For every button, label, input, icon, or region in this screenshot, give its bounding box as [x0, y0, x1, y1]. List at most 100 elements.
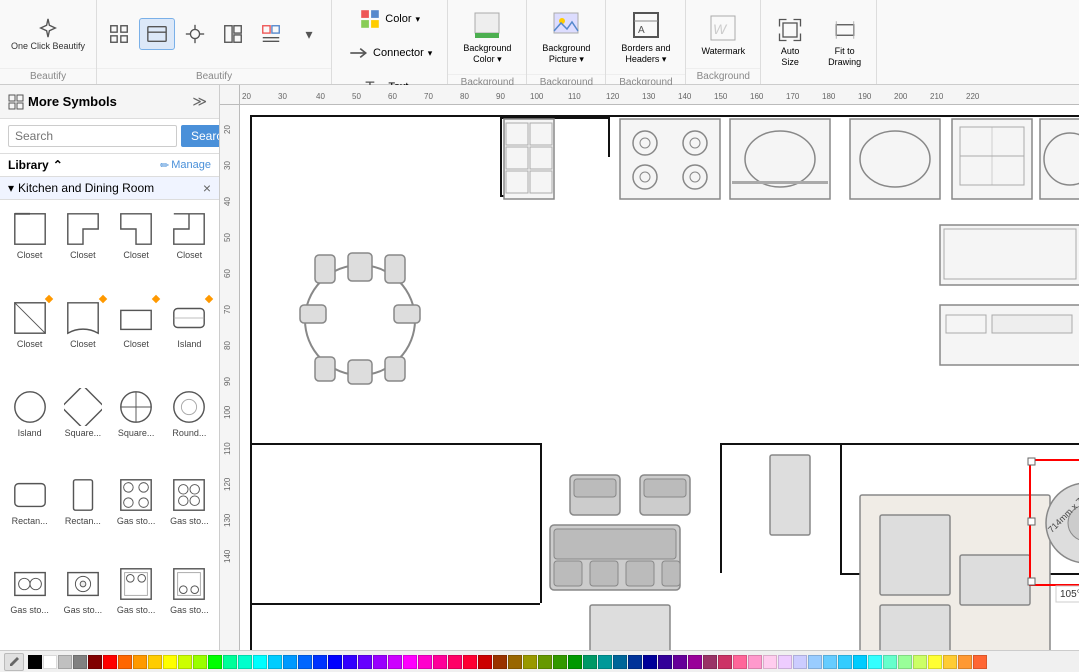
color-swatch[interactable] [388, 655, 402, 669]
color-swatch[interactable] [958, 655, 972, 669]
color-swatch[interactable] [913, 655, 927, 669]
color-tool-btn[interactable] [4, 653, 24, 671]
color-swatch[interactable] [433, 655, 447, 669]
color-swatch[interactable] [838, 655, 852, 669]
manage-link[interactable]: ✏ Manage [160, 159, 211, 172]
symbol-square-1[interactable]: Square... [57, 382, 108, 469]
color-swatch[interactable] [478, 655, 492, 669]
color-swatch[interactable] [43, 655, 57, 669]
color-swatch[interactable] [568, 655, 582, 669]
borders-btn[interactable]: A Borders andHeaders ▾ [610, 4, 681, 70]
color-swatch[interactable] [538, 655, 552, 669]
symbol-square-2[interactable]: Square... [111, 382, 162, 469]
canvas-content[interactable]: 714mm x 767mm 105° [240, 105, 1079, 650]
color-swatch[interactable] [418, 655, 432, 669]
color-swatch[interactable] [733, 655, 747, 669]
layout-btn-4[interactable] [215, 18, 251, 50]
search-input[interactable] [8, 125, 177, 147]
color-swatch[interactable] [643, 655, 657, 669]
color-swatch[interactable] [808, 655, 822, 669]
color-swatch[interactable] [58, 655, 72, 669]
watermark-btn[interactable]: W Watermark [690, 7, 756, 62]
symbol-gas-2[interactable]: Gas sto... [164, 470, 215, 557]
layout-btn-1[interactable] [101, 18, 137, 50]
color-swatch[interactable] [973, 655, 987, 669]
color-swatch[interactable] [883, 655, 897, 669]
color-swatch[interactable] [28, 655, 42, 669]
color-swatch[interactable] [448, 655, 462, 669]
color-swatch[interactable] [178, 655, 192, 669]
canvas-area[interactable]: 20 30 40 50 60 70 80 90 100 110 120 130 … [220, 85, 1079, 650]
fit-drawing-btn[interactable]: Fit toDrawing [817, 11, 872, 73]
color-swatch[interactable] [583, 655, 597, 669]
search-button[interactable]: Search [181, 125, 220, 147]
color-swatch[interactable] [208, 655, 222, 669]
color-swatch[interactable] [133, 655, 147, 669]
color-swatch[interactable] [103, 655, 117, 669]
symbol-closet-5[interactable]: Closet [4, 293, 55, 380]
color-swatch[interactable] [718, 655, 732, 669]
connector-btn[interactable]: Connector ▾ [340, 37, 439, 69]
color-swatch[interactable] [793, 655, 807, 669]
layout-btn-3[interactable] [177, 18, 213, 50]
color-swatch[interactable] [163, 655, 177, 669]
color-swatch[interactable] [298, 655, 312, 669]
symbol-closet-2[interactable]: Closet [57, 204, 108, 291]
symbol-closet-4[interactable]: Closet [164, 204, 215, 291]
color-swatch[interactable] [238, 655, 252, 669]
color-swatch[interactable] [253, 655, 267, 669]
color-swatch[interactable] [928, 655, 942, 669]
sidebar-collapse-btn[interactable]: ≫ [188, 91, 211, 112]
one-click-beautify-btn[interactable]: One Click Beautify [4, 12, 92, 56]
symbol-gas-5[interactable]: Gas sto... [111, 559, 162, 646]
color-swatch[interactable] [358, 655, 372, 669]
color-swatch[interactable] [523, 655, 537, 669]
color-swatch[interactable] [628, 655, 642, 669]
color-swatch[interactable] [598, 655, 612, 669]
symbol-gas-4[interactable]: Gas sto... [57, 559, 108, 646]
color-swatch[interactable] [823, 655, 837, 669]
color-swatch[interactable] [898, 655, 912, 669]
symbol-gas-6[interactable]: Gas sto... [164, 559, 215, 646]
color-swatch[interactable] [778, 655, 792, 669]
color-swatch[interactable] [193, 655, 207, 669]
layout-btn-5[interactable] [253, 18, 289, 50]
color-swatch[interactable] [223, 655, 237, 669]
symbol-closet-3[interactable]: Closet [111, 204, 162, 291]
color-swatch[interactable] [343, 655, 357, 669]
symbol-island[interactable]: Island [164, 293, 215, 380]
color-swatch[interactable] [508, 655, 522, 669]
color-swatch[interactable] [748, 655, 762, 669]
layout-btn-2[interactable] [139, 18, 175, 50]
color-swatch[interactable] [703, 655, 717, 669]
color-swatch[interactable] [403, 655, 417, 669]
color-swatch[interactable] [943, 655, 957, 669]
color-swatch[interactable] [73, 655, 87, 669]
color-swatch[interactable] [763, 655, 777, 669]
color-swatch[interactable] [868, 655, 882, 669]
symbol-closet-6[interactable]: Closet [57, 293, 108, 380]
bg-color-btn[interactable]: BackgroundColor ▾ [452, 4, 522, 70]
symbol-island-2[interactable]: Island [4, 382, 55, 469]
color-swatch[interactable] [688, 655, 702, 669]
bg-picture-btn[interactable]: BackgroundPicture ▾ [531, 4, 601, 70]
color-swatch[interactable] [283, 655, 297, 669]
auto-size-btn[interactable]: AutoSize [765, 11, 815, 73]
color-swatch[interactable] [553, 655, 567, 669]
symbol-closet-7[interactable]: Closet [111, 293, 162, 380]
symbol-gas-1[interactable]: Gas sto... [111, 470, 162, 557]
color-swatch[interactable] [613, 655, 627, 669]
color-swatch[interactable] [463, 655, 477, 669]
color-btn[interactable]: Color ▾ [350, 3, 430, 35]
color-swatch[interactable] [148, 655, 162, 669]
color-swatch[interactable] [658, 655, 672, 669]
symbol-round[interactable]: Round... [164, 382, 215, 469]
symbol-rectan-2[interactable]: Rectan... [57, 470, 108, 557]
color-swatch[interactable] [853, 655, 867, 669]
layout-more-btn[interactable]: ▾ [291, 21, 327, 48]
symbol-closet-1[interactable]: Closet [4, 204, 55, 291]
color-swatch[interactable] [328, 655, 342, 669]
category-close-btn[interactable]: × [203, 181, 211, 195]
symbol-rectan-1[interactable]: Rectan... [4, 470, 55, 557]
color-swatch[interactable] [373, 655, 387, 669]
